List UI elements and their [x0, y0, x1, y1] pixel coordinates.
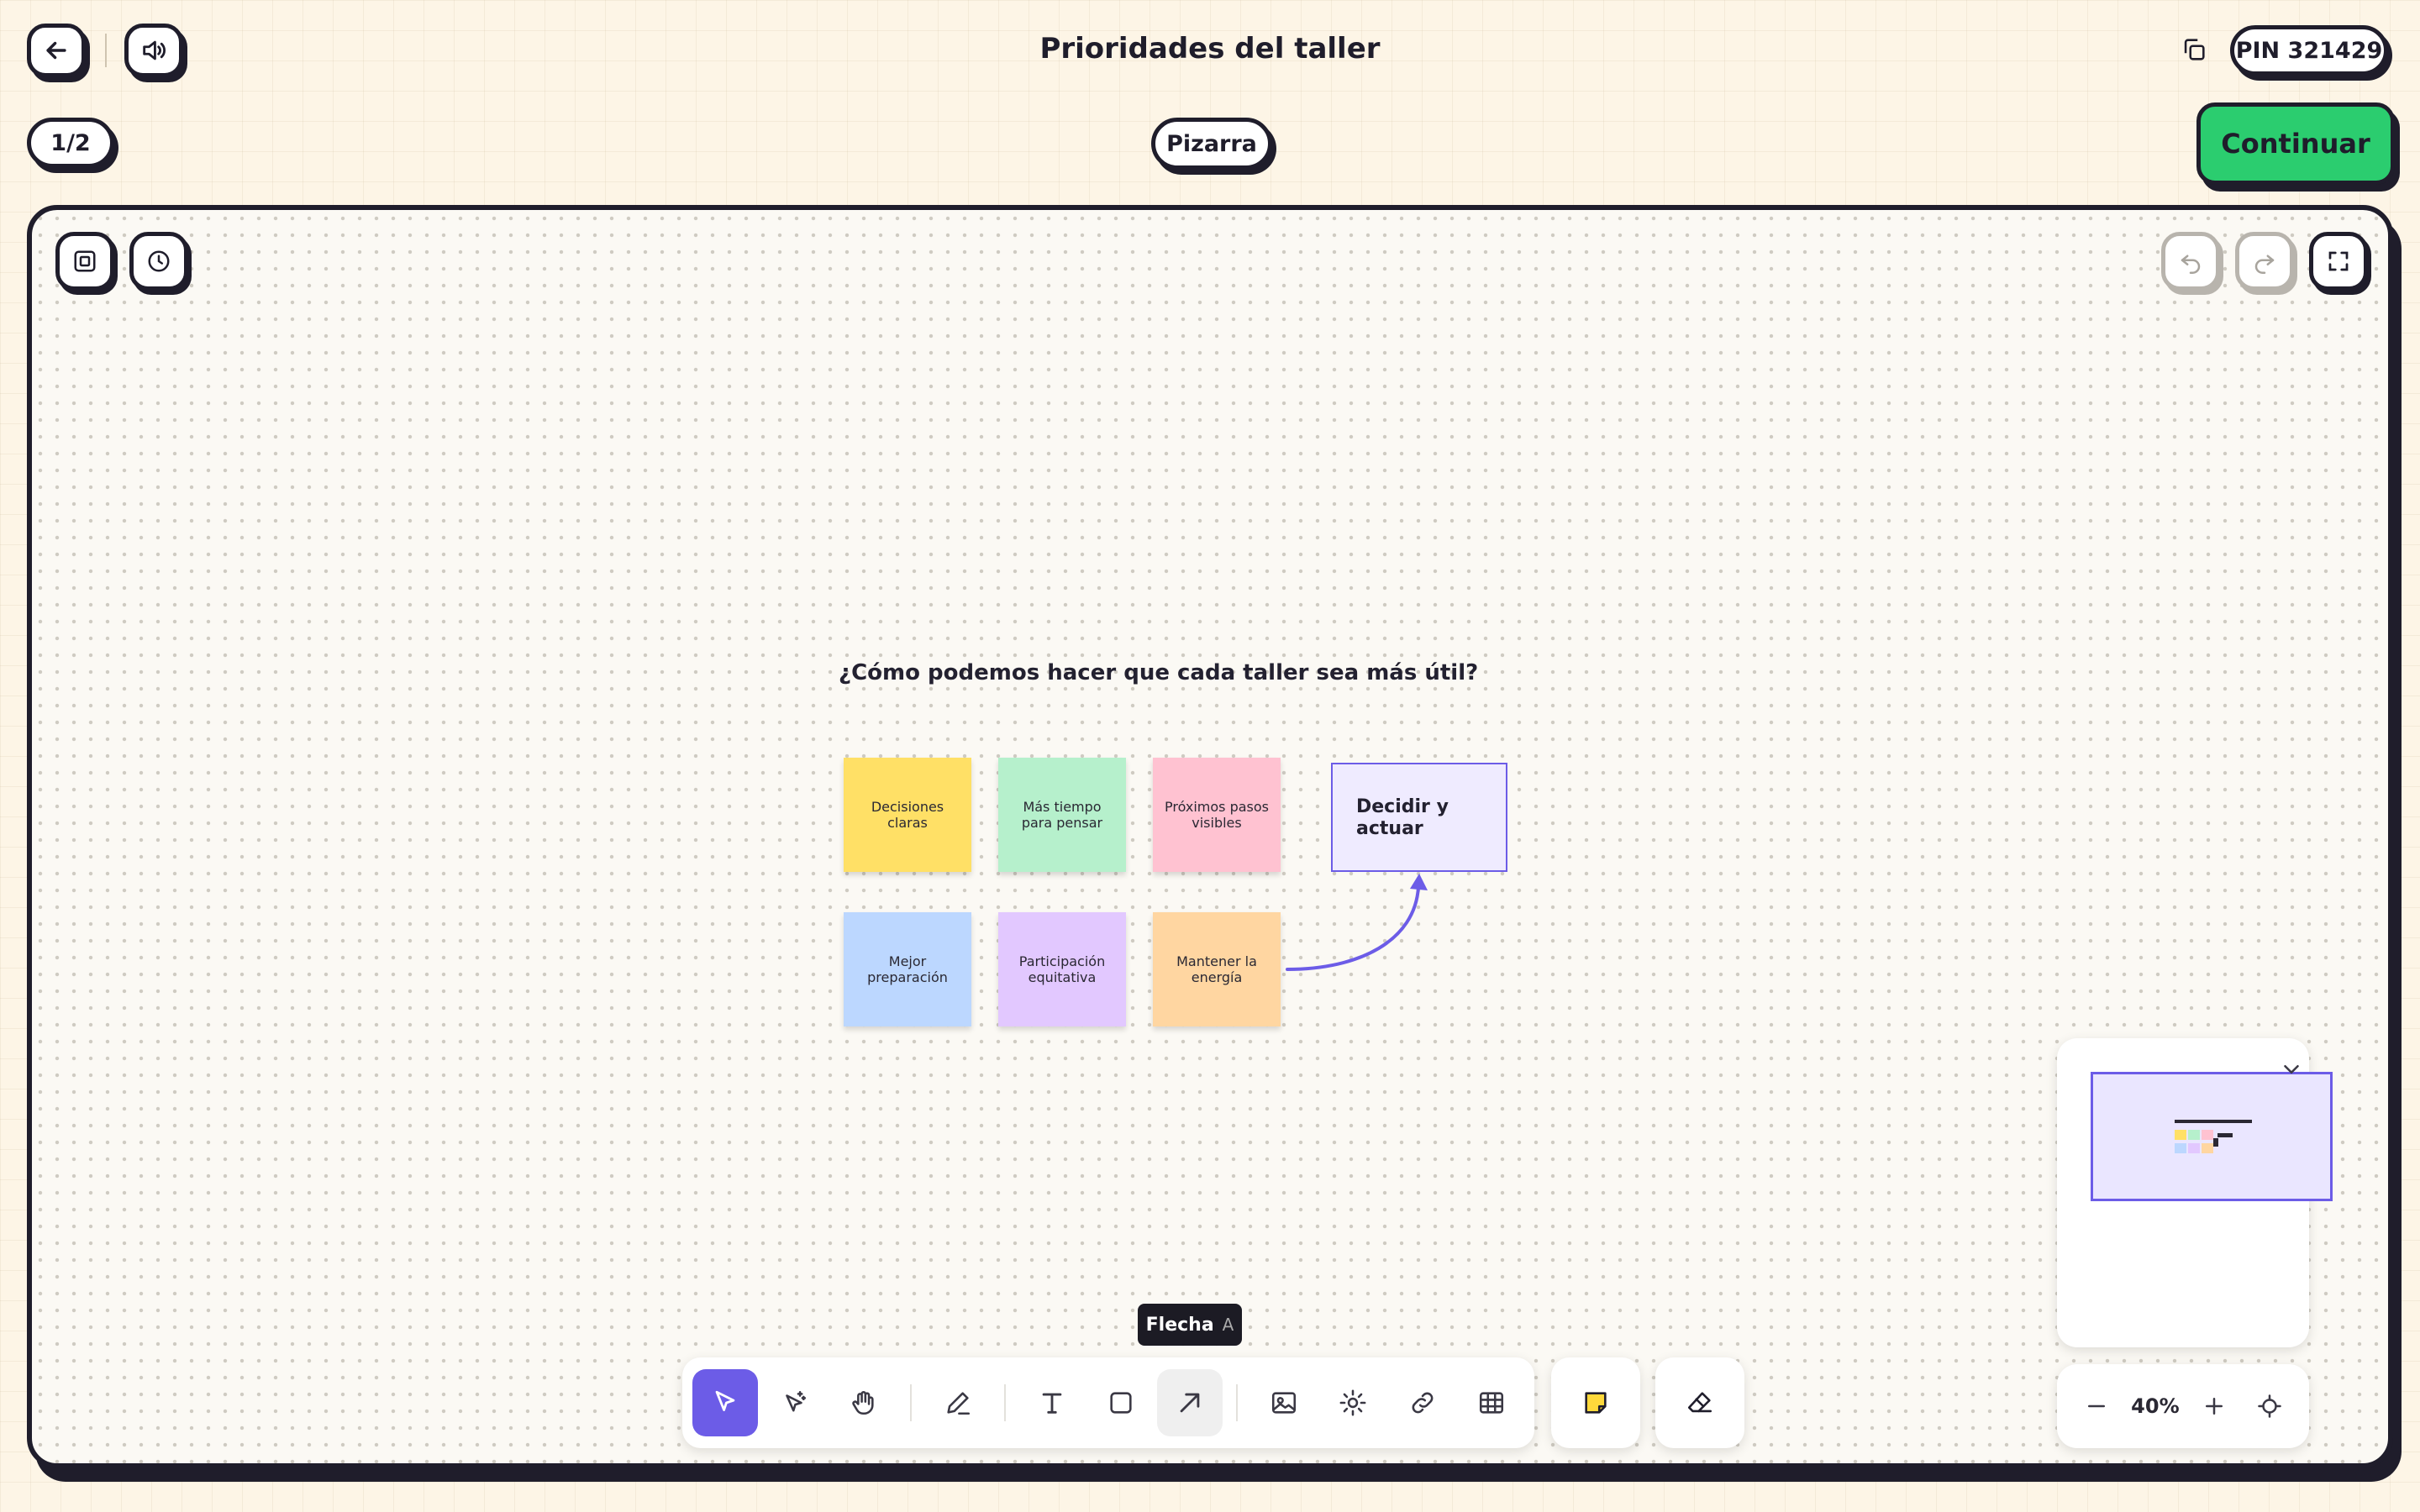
- select-tool[interactable]: [692, 1369, 759, 1436]
- frame-button[interactable]: [55, 232, 114, 291]
- tooltip-shortcut: A: [1222, 1315, 1234, 1335]
- magic-cursor-icon: [786, 1390, 807, 1412]
- recenter-button[interactable]: [2249, 1385, 2291, 1427]
- frame-icon: [74, 250, 96, 272]
- pin-badge[interactable]: PIN 321429: [2230, 25, 2388, 76]
- fullscreen-button[interactable]: [2309, 232, 2368, 291]
- sticky-note[interactable]: Decisiones claras: [844, 758, 971, 872]
- board-prompt[interactable]: ¿Cómo podemos hacer que cada taller sea …: [839, 660, 1478, 685]
- sticky-note[interactable]: Próximos pasos visibles: [1153, 758, 1281, 872]
- tab-board-label: Pizarra: [1166, 130, 1257, 157]
- copy-icon[interactable]: [2180, 35, 2208, 64]
- text-tool[interactable]: [1019, 1369, 1085, 1436]
- sticky-note-tool[interactable]: [1562, 1369, 1629, 1436]
- pin-label: PIN 321429: [2235, 37, 2383, 64]
- fullscreen-icon: [2328, 251, 2349, 271]
- text-icon: [1042, 1393, 1062, 1414]
- sticky-note[interactable]: Participación equitativa: [998, 912, 1126, 1026]
- crosshair-icon: [2258, 1394, 2281, 1418]
- link-icon: [1412, 1392, 1434, 1414]
- sticky-note-text: Participación equitativa: [1018, 953, 1106, 985]
- zoom-out-button[interactable]: [2075, 1385, 2118, 1427]
- link-tool[interactable]: [1390, 1369, 1455, 1436]
- minimap[interactable]: [2057, 1038, 2333, 1347]
- sticky-toolbar: [1551, 1357, 1640, 1448]
- chevron-down-icon[interactable]: [2279, 1057, 2304, 1082]
- sticky-note-text: Más tiempo para pensar: [1021, 799, 1103, 831]
- eraser-icon: [1687, 1392, 1712, 1413]
- plus-icon: [2205, 1398, 2223, 1415]
- page-counter: 1/2: [27, 118, 114, 168]
- shape-tool[interactable]: [1088, 1369, 1154, 1436]
- decision-box-text: Decidir y actuar: [1356, 796, 1449, 839]
- sticky-note[interactable]: Más tiempo para pensar: [998, 758, 1126, 872]
- zoom-controls: 40%: [2057, 1364, 2309, 1448]
- toolbar-separator: [1003, 1384, 1006, 1421]
- zoom-level: 40%: [2131, 1394, 2180, 1418]
- minus-icon: [2088, 1404, 2105, 1408]
- continue-button[interactable]: Continuar: [2196, 102, 2395, 185]
- sticky-note-text: Decisiones claras: [871, 799, 944, 831]
- clock-icon: [148, 250, 170, 272]
- effects-tool[interactable]: [1320, 1369, 1386, 1436]
- image-icon: [1272, 1392, 1297, 1414]
- image-tool[interactable]: [1251, 1369, 1317, 1436]
- redo-button[interactable]: [2235, 232, 2294, 291]
- hand-tool[interactable]: [830, 1369, 896, 1436]
- zoom-in-button[interactable]: [2193, 1385, 2235, 1427]
- hand-icon: [852, 1391, 875, 1415]
- eraser-tool[interactable]: [1666, 1369, 1733, 1436]
- sticky-note-text: Mantener la energía: [1176, 953, 1257, 985]
- eraser-toolbar: [1655, 1357, 1744, 1448]
- timer-button[interactable]: [129, 232, 188, 291]
- laser-pointer-tool[interactable]: [761, 1369, 827, 1436]
- decision-box[interactable]: Decidir y actuar: [1331, 763, 1507, 872]
- sticky-note[interactable]: Mantener la energía: [1153, 912, 1281, 1026]
- whiteboard-canvas[interactable]: ¿Cómo podemos hacer que cada taller sea …: [27, 205, 2393, 1468]
- arrow-diagonal-icon: [1180, 1393, 1200, 1413]
- sticky-note-icon: [1585, 1392, 1607, 1414]
- toolbar-separator: [1236, 1384, 1239, 1421]
- toolbar-separator: [909, 1384, 912, 1421]
- undo-button[interactable]: [2161, 232, 2220, 291]
- tool-tooltip: Flecha A: [1138, 1304, 1242, 1346]
- pen-icon: [947, 1392, 970, 1415]
- continue-label: Continuar: [2221, 128, 2370, 160]
- cursor-icon: [715, 1390, 735, 1411]
- table-icon: [1479, 1392, 1503, 1414]
- sticky-note-text: Mejor preparación: [867, 953, 948, 985]
- pen-tool[interactable]: [925, 1369, 991, 1436]
- rectangle-icon: [1110, 1392, 1132, 1414]
- drawing-toolbar: [682, 1357, 1534, 1448]
- undo-icon: [2181, 255, 2201, 274]
- page-title: Prioridades del taller: [1039, 32, 1381, 66]
- sticky-note-text: Próximos pasos visibles: [1164, 799, 1270, 831]
- tab-board[interactable]: Pizarra: [1151, 118, 1272, 170]
- redo-icon: [2254, 255, 2275, 274]
- minimap-preview: [2175, 1120, 2252, 1153]
- sticky-note[interactable]: Mejor preparación: [844, 912, 971, 1026]
- arrow-tool[interactable]: [1157, 1369, 1223, 1436]
- page-counter-label: 1/2: [50, 129, 91, 156]
- minimap-viewport[interactable]: [2091, 1072, 2333, 1201]
- sparkle-icon: [1340, 1389, 1366, 1416]
- tooltip-label: Flecha: [1145, 1314, 1214, 1336]
- table-tool[interactable]: [1459, 1369, 1524, 1436]
